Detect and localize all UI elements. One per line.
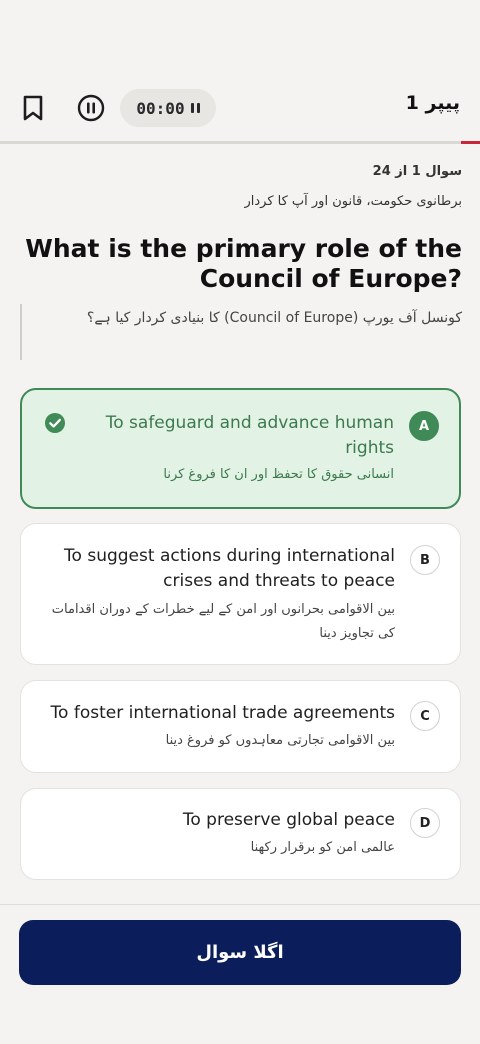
- timer-pill[interactable]: 00:00: [120, 89, 216, 127]
- option-letter-badge: A: [409, 411, 439, 441]
- question-text-ur: کونسل آف یورپ (Council of Europe) کا بنی…: [86, 310, 462, 326]
- top-bar: 00:00 پیپر 1: [0, 0, 480, 145]
- option-a[interactable]: A To safeguard and advance human rights …: [20, 388, 461, 509]
- question-text-en: What is the primary role of the Council …: [25, 234, 462, 293]
- option-text-en: To safeguard and advance human rights: [105, 413, 394, 458]
- question-topic: برطانوی حکومت، قانون اور آپ کا کردار: [244, 194, 462, 209]
- option-text-ur: بین الاقوامی تجارتی معاہدوں کو فروغ دینا: [165, 733, 395, 748]
- option-letter-badge: C: [410, 701, 440, 731]
- option-text-ur: بین الاقوامی بحرانوں اور امن کے لیے خطرا…: [51, 602, 395, 641]
- option-text-en: To preserve global peace: [182, 810, 395, 830]
- option-text-ur: انسانی حقوق کا تحفظ اور ان کا فروغ کرنا: [163, 467, 394, 482]
- option-text-en: To foster international trade agreements: [50, 703, 395, 723]
- timer-text: 00:00: [136, 98, 185, 118]
- option-letter-badge: B: [410, 545, 440, 575]
- option-text-en: To suggest actions during international …: [64, 546, 395, 591]
- bookmark-icon[interactable]: [20, 94, 46, 122]
- check-circle-icon: [45, 413, 65, 433]
- paper-title: پیپر 1: [405, 92, 460, 114]
- question-translation-block: کونسل آف یورپ (Council of Europe) کا بنی…: [20, 304, 462, 360]
- question-counter: سوال 1 از 24: [372, 164, 462, 179]
- option-d[interactable]: D To preserve global peace عالمی امن کو …: [20, 788, 461, 880]
- next-question-button[interactable]: اگلا سوال: [19, 920, 461, 985]
- option-letter-badge: D: [410, 808, 440, 838]
- option-b[interactable]: B To suggest actions during internationa…: [20, 523, 461, 665]
- pause-circle-icon[interactable]: [77, 94, 105, 122]
- progress-bar: [0, 141, 480, 144]
- bottom-bar: اگلا سوال: [0, 904, 480, 1044]
- option-c[interactable]: C To foster international trade agreemen…: [20, 680, 461, 773]
- timer-pause-icon: [190, 103, 200, 113]
- option-text-ur: عالمی امن کو برقرار رکھنا: [250, 840, 395, 855]
- progress-fill: [460, 141, 480, 144]
